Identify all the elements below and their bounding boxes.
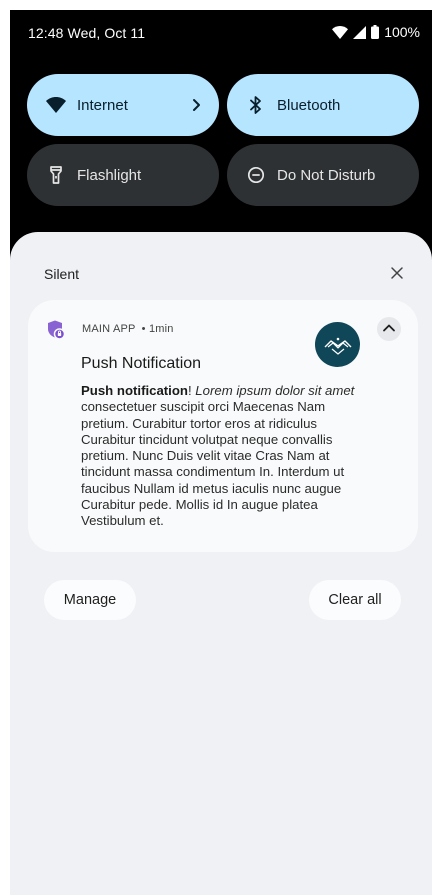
do-not-disturb-icon xyxy=(245,164,267,186)
wifi-icon xyxy=(45,94,67,116)
status-time: 12:48 Wed, Oct 11 xyxy=(28,25,146,41)
cellular-signal-icon xyxy=(353,25,367,39)
flashlight-icon xyxy=(45,164,67,186)
notification-meta: MAIN APP • 1min xyxy=(82,323,174,335)
chevron-right-icon xyxy=(191,94,203,120)
status-icons: 100% xyxy=(332,24,420,40)
tile-flashlight[interactable]: Flashlight xyxy=(27,144,219,206)
meta-separator: • xyxy=(141,323,146,335)
manage-button[interactable]: Manage xyxy=(44,580,136,620)
app-name: MAIN APP xyxy=(82,323,136,335)
collapse-button[interactable] xyxy=(377,317,401,341)
tile-internet-label: Internet xyxy=(77,96,128,114)
status-bar: 12:48 Wed, Oct 11 100% xyxy=(10,10,432,56)
clear-all-button[interactable]: Clear all xyxy=(309,580,401,620)
notification-body-italic: Lorem ipsum dolor sit amet xyxy=(191,383,355,398)
notification-shade: Silent MAIN APP • 1min Push Notification… xyxy=(10,232,432,895)
chevron-up-icon xyxy=(382,320,396,338)
battery-icon xyxy=(371,25,380,39)
wifi-icon xyxy=(332,25,349,39)
tile-bluetooth[interactable]: Bluetooth xyxy=(227,74,419,136)
bluetooth-icon xyxy=(245,94,267,116)
battery-percentage: 100% xyxy=(384,24,420,40)
tile-do-not-disturb[interactable]: Do Not Disturb xyxy=(227,144,419,206)
notification-large-icon xyxy=(315,322,360,367)
phone-screen: 12:48 Wed, Oct 11 100% Internet Bluetoot… xyxy=(10,10,432,895)
notification-body: Push notification! Lorem ipsum dolor sit… xyxy=(81,383,371,530)
notification-body-bold: Push notification xyxy=(81,383,188,398)
section-label-silent: Silent xyxy=(44,266,80,282)
tile-internet[interactable]: Internet xyxy=(27,74,219,136)
tile-flashlight-label: Flashlight xyxy=(77,166,142,184)
tile-bluetooth-label: Bluetooth xyxy=(277,96,341,114)
notification-time: 1min xyxy=(148,323,174,335)
tile-do-not-disturb-label: Do Not Disturb xyxy=(277,166,376,184)
close-icon[interactable] xyxy=(388,264,406,282)
app-shield-icon xyxy=(46,320,66,340)
notification-title: Push Notification xyxy=(81,355,202,372)
notification-card[interactable]: MAIN APP • 1min Push Notification Push n… xyxy=(28,300,418,552)
notification-body-text: consectetuer suscipit orci Maecenas Nam … xyxy=(81,399,345,529)
